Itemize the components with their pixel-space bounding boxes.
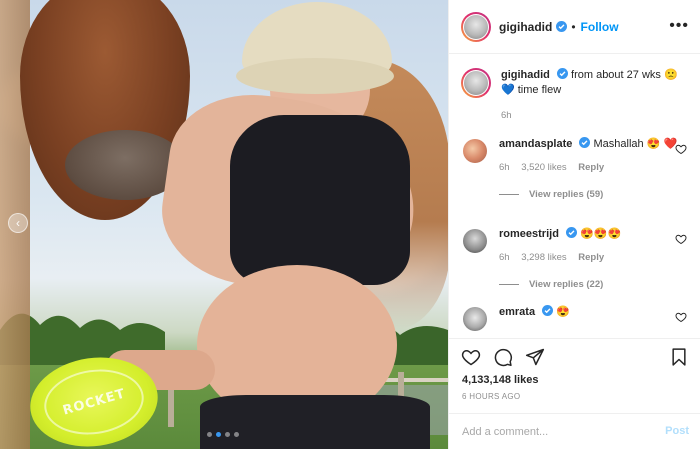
verified-badge-icon xyxy=(556,68,568,79)
post-timestamp: 6 HOURS AGO xyxy=(462,392,521,401)
instagram-post: ROCKET ‹ gigihadid • Follow ••• gigihadi… xyxy=(0,0,700,449)
verified-badge-icon xyxy=(556,21,568,32)
black-crop-top xyxy=(230,115,410,285)
comment-item: romeestrijd 😍😍😍 6h 3,298 likes Reply Vie… xyxy=(461,227,689,290)
caption-time: 6h xyxy=(501,110,512,121)
comment-item: emrata 😍 xyxy=(461,305,689,331)
action-icons xyxy=(461,347,545,367)
person xyxy=(105,0,448,449)
verified-badge-icon xyxy=(565,227,577,238)
post-caption: gigihadid from about 27 wks 🙁 💙 time fle… xyxy=(461,68,689,123)
comment-item: amandasplate Mashallah 😍 ❤️ 6h 3,520 lik… xyxy=(461,137,689,200)
share-icon[interactable] xyxy=(525,347,545,367)
reply-button[interactable]: Reply xyxy=(578,162,604,173)
verified-badge-icon xyxy=(579,137,591,148)
comments-list[interactable]: gigihadid from about 27 wks 🙁 💙 time fle… xyxy=(449,55,700,338)
hat-brim xyxy=(236,58,394,94)
add-comment-bar: Post xyxy=(449,413,700,449)
commenter-avatar[interactable] xyxy=(463,307,487,331)
caption-avatar[interactable] xyxy=(461,68,491,98)
heart-icon[interactable] xyxy=(675,233,687,245)
comment-username[interactable]: emrata xyxy=(499,306,535,318)
post-actions: 4,133,148 likes 6 HOURS AGO Post xyxy=(449,338,700,449)
comment-input[interactable] xyxy=(462,424,652,440)
verified-badge-icon xyxy=(542,305,554,316)
more-horizontal-icon[interactable]: ••• xyxy=(669,18,689,34)
carousel-dot-active xyxy=(216,432,221,437)
commenter-avatar[interactable] xyxy=(463,139,487,163)
heart-icon[interactable] xyxy=(675,143,687,155)
comment-text: Mashallah 😍 ❤️ xyxy=(593,138,678,150)
post-comment-button[interactable]: Post xyxy=(665,425,689,437)
comment-likes[interactable]: 3,520 likes xyxy=(521,162,566,173)
post-photo[interactable]: ROCKET ‹ xyxy=(0,0,448,449)
chevron-left-icon[interactable]: ‹ xyxy=(8,213,28,233)
separator-dot: • xyxy=(571,19,576,34)
caption-username[interactable]: gigihadid xyxy=(501,69,550,81)
carousel-dot xyxy=(225,432,230,437)
view-replies-button[interactable]: View replies (59) xyxy=(499,189,689,200)
comment-likes[interactable]: 3,298 likes xyxy=(521,252,566,263)
heart-icon[interactable] xyxy=(675,311,687,323)
bookmark-icon[interactable] xyxy=(669,347,689,367)
post-side-panel: gigihadid • Follow ••• gigihadid from ab… xyxy=(448,0,700,449)
comment-icon[interactable] xyxy=(493,347,513,367)
carousel-indicator xyxy=(207,432,239,437)
post-header: gigihadid • Follow ••• xyxy=(449,0,700,54)
view-replies-button[interactable]: View replies (22) xyxy=(499,279,689,290)
carousel-dot xyxy=(207,432,212,437)
comment-username[interactable]: amandasplate xyxy=(499,138,572,150)
comment-username[interactable]: romeestrijd xyxy=(499,228,559,240)
carousel-dot xyxy=(234,432,239,437)
comment-text: 😍😍😍 xyxy=(580,228,622,240)
heart-icon[interactable] xyxy=(461,347,481,367)
black-pants xyxy=(200,395,430,449)
comment-time: 6h xyxy=(499,252,510,263)
follow-button[interactable]: Follow xyxy=(581,20,619,34)
commenter-avatar[interactable] xyxy=(463,229,487,253)
comment-text: 😍 xyxy=(556,306,570,318)
reply-button[interactable]: Reply xyxy=(578,252,604,263)
avatar[interactable] xyxy=(461,11,491,42)
likes-count[interactable]: 4,133,148 likes xyxy=(462,374,538,386)
header-username[interactable]: gigihadid xyxy=(499,20,552,34)
comment-time: 6h xyxy=(499,162,510,173)
